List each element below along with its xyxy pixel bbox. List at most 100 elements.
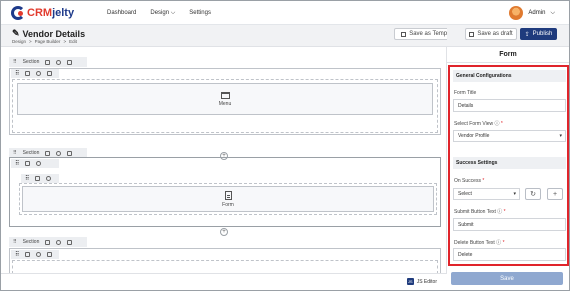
form-config-panel: General Configurations Form Title Detail… xyxy=(448,65,569,266)
settings-icon[interactable] xyxy=(36,161,42,166)
page-title: ✎ Vendor Details xyxy=(12,28,85,39)
info-icon[interactable]: ⓘ xyxy=(497,209,502,215)
columns-icon[interactable] xyxy=(45,239,51,245)
user-name: Admin xyxy=(528,10,546,16)
add-section-button[interactable]: + xyxy=(220,228,228,236)
section-toolbar: ⠿ Section xyxy=(9,237,87,247)
settings-icon[interactable] xyxy=(56,150,62,156)
nav-design-label: Design xyxy=(150,10,170,16)
menu-widget[interactable]: Menu xyxy=(17,83,433,115)
canvas-footer: JS JS Editor xyxy=(1,273,447,290)
drag-handle-icon[interactable]: ⠿ xyxy=(15,251,19,258)
delete-text-input[interactable]: Delete xyxy=(453,248,566,261)
drag-handle-icon[interactable]: ⠿ xyxy=(13,150,17,156)
section-label: Section xyxy=(22,239,40,245)
copy-icon[interactable] xyxy=(25,161,31,166)
avatar xyxy=(509,6,524,20)
section-box: ⠿ ⠿ Form xyxy=(9,157,441,227)
column-toolbar: ⠿ xyxy=(21,174,59,183)
delete-icon[interactable] xyxy=(35,176,41,181)
form-icon xyxy=(224,190,232,200)
save-as-draft-button[interactable]: Save as draft xyxy=(465,28,517,40)
logo-crm: CRM xyxy=(27,7,53,19)
form-view-select[interactable]: Vendor Profile ▾ xyxy=(453,130,566,142)
chevron-down-icon: ⌵ xyxy=(170,10,176,16)
template-icon xyxy=(401,31,407,37)
required-mark: * xyxy=(500,121,503,127)
publish-button[interactable]: ⇪ Publish xyxy=(520,28,557,40)
drag-handle-icon[interactable]: ⠿ xyxy=(15,160,19,167)
required-mark: * xyxy=(502,240,505,246)
upload-icon: ⇪ xyxy=(524,31,530,38)
breadcrumb-page-builder[interactable]: Page Builder xyxy=(35,39,61,44)
breadcrumb-design[interactable]: Design xyxy=(12,39,26,44)
delete-icon[interactable] xyxy=(67,239,73,245)
drag-handle-icon[interactable]: ⠿ xyxy=(13,239,17,245)
row-toolbar: ⠿ xyxy=(11,250,59,259)
breadcrumb-separator: > xyxy=(29,39,32,44)
columns-icon[interactable] xyxy=(45,150,51,156)
drag-handle-icon[interactable]: ⠿ xyxy=(25,175,29,182)
form-view-label: Select Form View ⓘ * xyxy=(454,120,503,127)
general-configurations-title: General Configurations xyxy=(453,70,566,82)
delete-text-label: Delete Button Text ⓘ * xyxy=(454,239,505,246)
delete-icon[interactable] xyxy=(67,59,73,65)
chevron-down-icon: ▾ xyxy=(559,133,562,139)
delete-icon[interactable] xyxy=(47,71,53,76)
required-mark: * xyxy=(503,209,506,215)
refresh-button[interactable]: ↻ xyxy=(525,188,541,200)
delete-icon[interactable] xyxy=(67,150,73,156)
submit-text-label: Submit Button Text ⓘ * xyxy=(454,208,506,215)
main-nav: Dashboard Design ⌵ Settings xyxy=(107,10,211,17)
form-title-input[interactable]: Details xyxy=(453,99,566,112)
info-icon[interactable]: ⓘ xyxy=(494,121,499,127)
logo[interactable]: CRMjelty xyxy=(11,5,74,21)
page-title-text: Vendor Details xyxy=(22,28,86,39)
nav-design[interactable]: Design ⌵ xyxy=(150,10,175,17)
settings-icon[interactable] xyxy=(46,176,52,181)
settings-icon[interactable] xyxy=(56,239,62,245)
js-editor-label: JS Editor xyxy=(416,278,437,285)
copy-icon[interactable] xyxy=(25,71,31,76)
form-view-label-text: Select Form View xyxy=(454,121,494,127)
publish-label: Publish xyxy=(532,31,553,37)
drag-handle-icon[interactable]: ⠿ xyxy=(15,70,19,77)
section-1: ⠿ Section ⠿ Menu + xyxy=(9,57,441,160)
nav-settings[interactable]: Settings xyxy=(189,10,211,17)
section-label: Section xyxy=(22,150,40,156)
section-3: ⠿ Section ⠿ xyxy=(9,237,441,274)
columns-icon[interactable] xyxy=(45,59,51,65)
on-success-value: Select xyxy=(458,191,472,197)
submit-text-input[interactable]: Submit xyxy=(453,218,566,231)
refresh-icon: ↻ xyxy=(530,191,536,198)
delete-text-label-text: Delete Button Text xyxy=(454,240,495,246)
add-action-button[interactable]: + xyxy=(547,188,563,200)
draft-icon xyxy=(469,31,475,37)
user-menu[interactable]: Admin ⌵ xyxy=(509,6,555,20)
form-view-value: Vendor Profile xyxy=(458,133,490,139)
breadcrumb-separator: > xyxy=(63,39,67,44)
on-success-select[interactable]: Select ▾ xyxy=(453,188,520,200)
panel-title: Form xyxy=(447,47,569,63)
settings-icon[interactable] xyxy=(36,252,42,257)
menu-widget-label: Menu xyxy=(218,100,232,107)
page-header: ✎ Vendor Details Design > Page Builder >… xyxy=(1,25,464,47)
delete-icon[interactable] xyxy=(47,252,53,257)
logo-jelty: jelty xyxy=(52,7,75,19)
on-success-label-text: On Success xyxy=(454,178,481,184)
section-box: ⠿ xyxy=(9,248,441,274)
copy-icon[interactable] xyxy=(25,252,31,257)
save-button[interactable]: Save xyxy=(451,272,563,285)
edit-icon[interactable]: ✎ xyxy=(12,28,20,39)
settings-icon[interactable] xyxy=(36,71,42,76)
settings-icon[interactable] xyxy=(56,59,62,65)
required-mark: * xyxy=(482,178,485,184)
row-container: Menu xyxy=(12,79,438,133)
form-widget[interactable]: Form xyxy=(22,186,434,212)
drag-handle-icon[interactable]: ⠿ xyxy=(13,59,17,65)
js-editor-button[interactable]: JS JS Editor xyxy=(406,278,437,285)
nav-dashboard[interactable]: Dashboard xyxy=(107,10,136,17)
on-success-label: On Success * xyxy=(454,178,484,184)
info-icon[interactable]: ⓘ xyxy=(496,240,501,246)
section-toolbar: ⠿ Section xyxy=(9,57,87,67)
